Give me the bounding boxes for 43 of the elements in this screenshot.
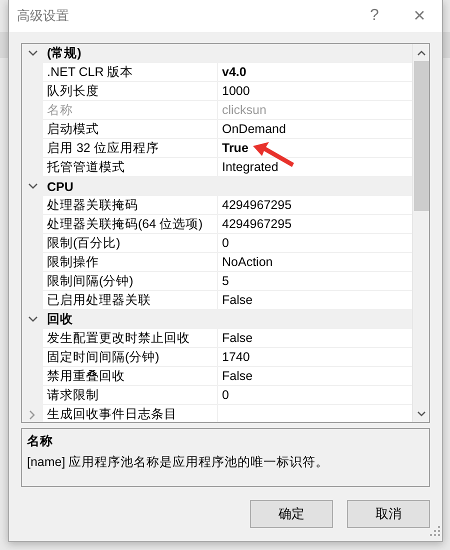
property-name[interactable]: 禁用重叠回收 [43, 367, 218, 386]
property-name[interactable]: 请求限制 [43, 386, 218, 405]
description-text: [name] 应用程序池名称是应用程序池的唯一标识符。 [27, 454, 330, 471]
property-name[interactable]: 启动模式 [43, 120, 218, 139]
property-value[interactable]: False [218, 291, 253, 309]
property-value[interactable]: 4294967295 [218, 215, 292, 233]
background-toolbar [0, 32, 8, 58]
property-value[interactable]: 1000 [218, 82, 250, 100]
property-value[interactable]: v4.0 [218, 63, 246, 81]
property-value[interactable]: False [218, 329, 253, 347]
chevron-down-icon[interactable] [28, 183, 38, 190]
property-value[interactable]: 4294967295 [218, 196, 292, 214]
ok-button[interactable]: 确定 [250, 500, 333, 528]
property-name[interactable]: 限制操作 [43, 253, 218, 272]
property-name[interactable]: 固定时间间隔(分钟) [43, 348, 218, 367]
chevron-down-icon[interactable] [28, 50, 38, 57]
property-name[interactable]: 启用 32 位应用程序 [43, 139, 218, 158]
help-button[interactable]: ? [352, 0, 397, 32]
property-value[interactable]: Integrated [218, 158, 278, 176]
chevron-down-icon[interactable] [28, 316, 38, 323]
property-name[interactable]: 处理器关联掩码(64 位选项) [43, 215, 218, 234]
close-button[interactable]: × [397, 0, 442, 32]
cancel-button[interactable]: 取消 [347, 500, 430, 528]
property-value[interactable]: 5 [218, 272, 229, 290]
resize-grip-icon[interactable] [430, 526, 440, 536]
property-value[interactable]: False [218, 367, 253, 385]
property-name[interactable]: 队列长度 [43, 82, 218, 101]
property-value[interactable]: 1740 [218, 348, 250, 366]
property-name[interactable]: 限制间隔(分钟) [43, 272, 218, 291]
background-toolbar [443, 32, 450, 58]
scrollbar-thumb[interactable] [414, 61, 428, 211]
property-name[interactable]: 限制(百分比) [43, 234, 218, 253]
property-name[interactable]: 处理器关联掩码 [43, 196, 218, 215]
property-value[interactable]: True [218, 139, 248, 157]
property-value[interactable]: 0 [218, 386, 229, 404]
window-title: 高级设置 [17, 7, 70, 25]
property-value[interactable]: OnDemand [218, 120, 286, 138]
description-title: 名称 [27, 433, 54, 450]
property-value[interactable]: 0 [218, 234, 229, 252]
property-name[interactable]: 生成回收事件日志条目 [43, 405, 218, 422]
property-value[interactable]: NoAction [218, 253, 273, 271]
property-name[interactable]: 发生配置更改时禁止回收 [43, 329, 218, 348]
property-name[interactable]: .NET CLR 版本 [43, 63, 218, 82]
